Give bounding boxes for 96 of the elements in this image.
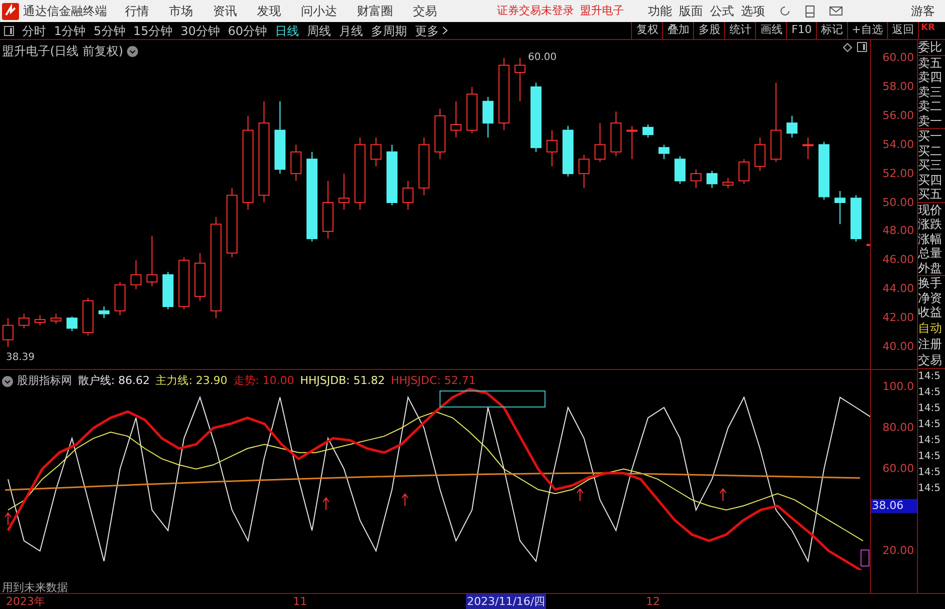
- trade-time: 14:5: [918, 402, 942, 416]
- current-value-label: 38.06: [871, 499, 917, 513]
- period-tab[interactable]: 60分钟: [228, 22, 268, 40]
- menu-item[interactable]: 资讯: [213, 2, 237, 20]
- menu-item[interactable]: 财富圈: [357, 2, 393, 20]
- quote-label: 卖五: [918, 56, 943, 70]
- price-axis-label: 42.00: [882, 312, 914, 324]
- quote-label: 买五: [918, 187, 945, 202]
- quote-label: 收益: [918, 305, 943, 320]
- quote-label: 外盘: [918, 260, 945, 276]
- quote-label: 总量: [918, 246, 943, 260]
- legend-value: 主力线: 23.90: [156, 373, 228, 389]
- panel-tab[interactable]: 自动: [918, 320, 945, 336]
- price-axis-label: 56.00: [882, 110, 914, 122]
- date-axis-label: 11: [292, 594, 308, 609]
- toolbar-button[interactable]: 复权: [631, 22, 662, 39]
- quote-label: 卖二: [918, 99, 943, 114]
- quote-label: 净资: [918, 290, 943, 305]
- trade-time: 14:5: [918, 466, 942, 480]
- quote-label: 买四: [918, 172, 943, 187]
- price-axis-label: 50.00: [882, 196, 914, 208]
- date-axis-label: 2023/11/16/四: [466, 594, 546, 609]
- warning-text: 用到未来数据: [2, 580, 68, 596]
- toolbar-button[interactable]: F10: [786, 22, 816, 39]
- trade-time: 14:5: [918, 434, 942, 448]
- period-tab[interactable]: 15分钟: [133, 22, 173, 40]
- corner-label: KR: [918, 22, 945, 39]
- low-price-label: 38.39: [6, 351, 35, 365]
- high-price-label: 60.00: [528, 51, 557, 65]
- price-axis-label: 60.00: [882, 52, 914, 64]
- trade-time: 14:5: [918, 386, 942, 400]
- indicator-axis-label: 80.00: [882, 422, 914, 434]
- period-tab[interactable]: 周线: [307, 22, 332, 40]
- login-notice: 证券交易未登录: [497, 2, 574, 19]
- legend-value: 走势: 10.00: [233, 373, 294, 389]
- period-tab[interactable]: 分时: [22, 22, 46, 40]
- quote-label: 卖一: [918, 114, 945, 129]
- legend-value: 散户线: 86.62: [78, 373, 150, 389]
- toolbar-button[interactable]: 画线: [755, 22, 786, 39]
- quote-label: 涨跌: [918, 217, 943, 232]
- toolbar-button[interactable]: 叠加: [662, 22, 694, 39]
- user-label[interactable]: 游客: [911, 2, 935, 20]
- period-tab[interactable]: 多周期: [371, 22, 408, 40]
- menu-item[interactable]: 功能: [648, 2, 672, 20]
- chart-title: 盟升电子(日线 前复权): [2, 43, 124, 60]
- quote-label: 卖四: [918, 70, 943, 84]
- quote-label: 委比: [918, 40, 945, 56]
- indicator-name: 股朋指标网: [17, 373, 72, 389]
- menu-item[interactable]: 交易: [413, 2, 437, 20]
- toolbar-button[interactable]: 标记: [816, 22, 847, 39]
- date-axis-label: 12: [645, 594, 661, 609]
- period-tab[interactable]: 日线: [275, 22, 300, 40]
- trade-time: 14:5: [918, 450, 942, 464]
- toolbar-button[interactable]: +自选: [846, 22, 887, 39]
- quote-label: 现价: [918, 202, 943, 217]
- stock-name: 盟升电子: [580, 2, 624, 19]
- menu-item[interactable]: 发现: [257, 2, 281, 20]
- toolbar-button[interactable]: 多股: [693, 22, 724, 39]
- period-tab[interactable]: 月线: [339, 22, 364, 40]
- menu-item[interactable]: 问小达: [301, 2, 337, 20]
- toolbar-button[interactable]: 统计: [724, 22, 756, 39]
- period-tab[interactable]: 30分钟: [180, 22, 220, 40]
- menu-item[interactable]: 选项: [741, 2, 765, 20]
- indicator-axis-label: 60.00: [882, 463, 914, 475]
- menu-item[interactable]: 版面: [679, 2, 703, 20]
- quote-label: 卖三: [918, 84, 943, 99]
- indicator-axis-label: 20.00: [882, 545, 914, 557]
- legend-value: HHJSJDC: 52.71: [390, 373, 476, 389]
- quote-label: 涨幅: [918, 232, 943, 246]
- quote-label: 买二: [918, 144, 943, 158]
- quote-label: 买一: [918, 129, 943, 144]
- trade-time: 14:5: [918, 370, 942, 384]
- price-axis-label: 44.00: [882, 283, 914, 296]
- panel-tab[interactable]: 注册: [918, 336, 945, 352]
- period-tab[interactable]: 更多: [415, 22, 440, 40]
- price-axis-label: 58.00: [882, 80, 914, 93]
- app-title: 通达信金融终端: [23, 3, 107, 20]
- menu-item[interactable]: 市场: [169, 2, 193, 20]
- date-axis-label: 2023年: [5, 594, 46, 609]
- period-tab[interactable]: 1分钟: [54, 22, 86, 40]
- panel-tab[interactable]: 交易: [918, 352, 945, 368]
- quote-label: 换手: [918, 276, 943, 290]
- trade-time: 14:5: [918, 482, 942, 496]
- menu-item[interactable]: 公式: [710, 2, 734, 20]
- toolbar-button[interactable]: 返回: [887, 22, 918, 39]
- price-axis-label: 54.00: [882, 138, 914, 151]
- trade-time: 14:5: [918, 418, 942, 432]
- legend-value: HHJSJDB: 51.82: [300, 373, 385, 389]
- indicator-axis-label: 100.0: [882, 381, 914, 393]
- price-axis-label: 40.00: [882, 341, 914, 353]
- menu-item[interactable]: 行情: [125, 2, 149, 20]
- price-axis-label: 52.00: [882, 168, 914, 180]
- price-axis-label: 48.00: [882, 225, 914, 238]
- quote-label: 买三: [918, 158, 943, 172]
- period-tab[interactable]: 5分钟: [94, 22, 126, 40]
- price-axis-label: 46.00: [882, 254, 914, 266]
